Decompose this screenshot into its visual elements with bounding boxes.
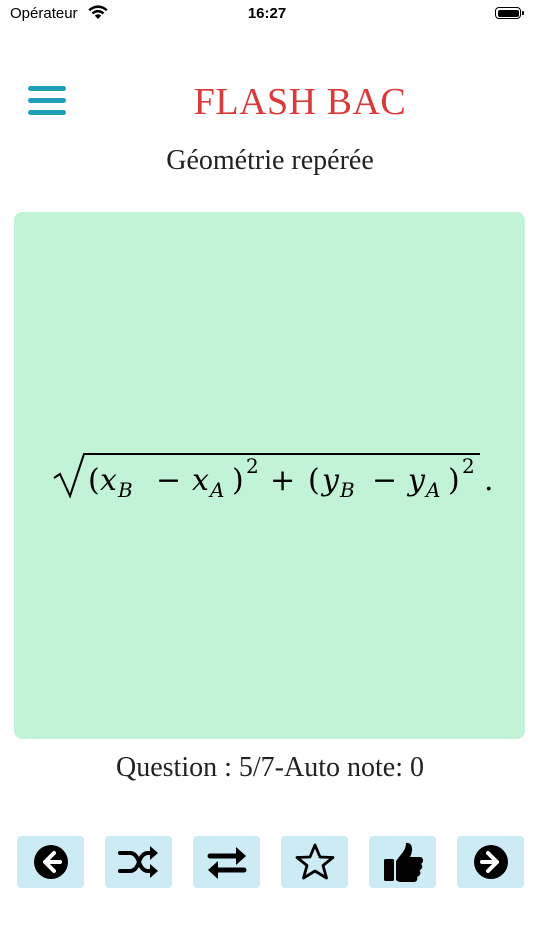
menu-bar xyxy=(28,98,66,103)
chapter-title: Géométrie repérée xyxy=(166,145,374,176)
status-bar: Opérateur 16:27 xyxy=(0,0,534,28)
formula-x-b-sub: B xyxy=(117,478,133,502)
formula-y-a: y xyxy=(406,463,426,498)
clock: 16:27 xyxy=(247,5,287,22)
svg-text:(: ( xyxy=(308,463,320,498)
arrow-right-icon xyxy=(473,845,508,879)
formula: ( x B − x A ) 2 + ( y B − y A ) 2 . xyxy=(53,453,494,502)
menu-button[interactable] xyxy=(28,84,66,118)
thumbs-up-icon xyxy=(383,842,423,882)
svg-text:.: . xyxy=(484,463,494,498)
question-status: Question : 5/7-Auto note: 0 xyxy=(116,752,424,783)
formula-x-b: x xyxy=(100,463,117,498)
next-button[interactable] xyxy=(457,836,524,888)
star-icon xyxy=(295,843,334,880)
formula-y-a-sub: A xyxy=(424,478,440,502)
svg-text:): ) xyxy=(448,463,460,498)
formula-exponent: 2 xyxy=(462,454,475,478)
swap-icon xyxy=(207,847,246,879)
shuffle-button[interactable] xyxy=(105,836,172,888)
shuffle-icon xyxy=(117,846,158,878)
menu-bar xyxy=(28,86,66,91)
formula-x-a-sub: A xyxy=(208,478,224,502)
battery-icon xyxy=(495,7,524,19)
arrow-left-icon xyxy=(33,845,68,879)
menu-bar xyxy=(28,110,66,115)
previous-button[interactable] xyxy=(17,836,84,888)
svg-text:+: + xyxy=(270,463,295,498)
formula-x-a: x xyxy=(192,463,209,498)
svg-text:(: ( xyxy=(88,463,100,498)
formula-y-b: y xyxy=(320,463,340,498)
formula-y-b-sub: B xyxy=(339,478,355,502)
swap-button[interactable] xyxy=(193,836,260,888)
favorite-button[interactable] xyxy=(281,836,348,888)
svg-text:−: − xyxy=(372,463,397,498)
svg-text:): ) xyxy=(232,463,244,498)
like-button[interactable] xyxy=(369,836,436,888)
app-title: FLASH BAC xyxy=(193,81,407,123)
formula-exponent: 2 xyxy=(246,454,259,478)
svg-text:−: − xyxy=(156,463,181,498)
